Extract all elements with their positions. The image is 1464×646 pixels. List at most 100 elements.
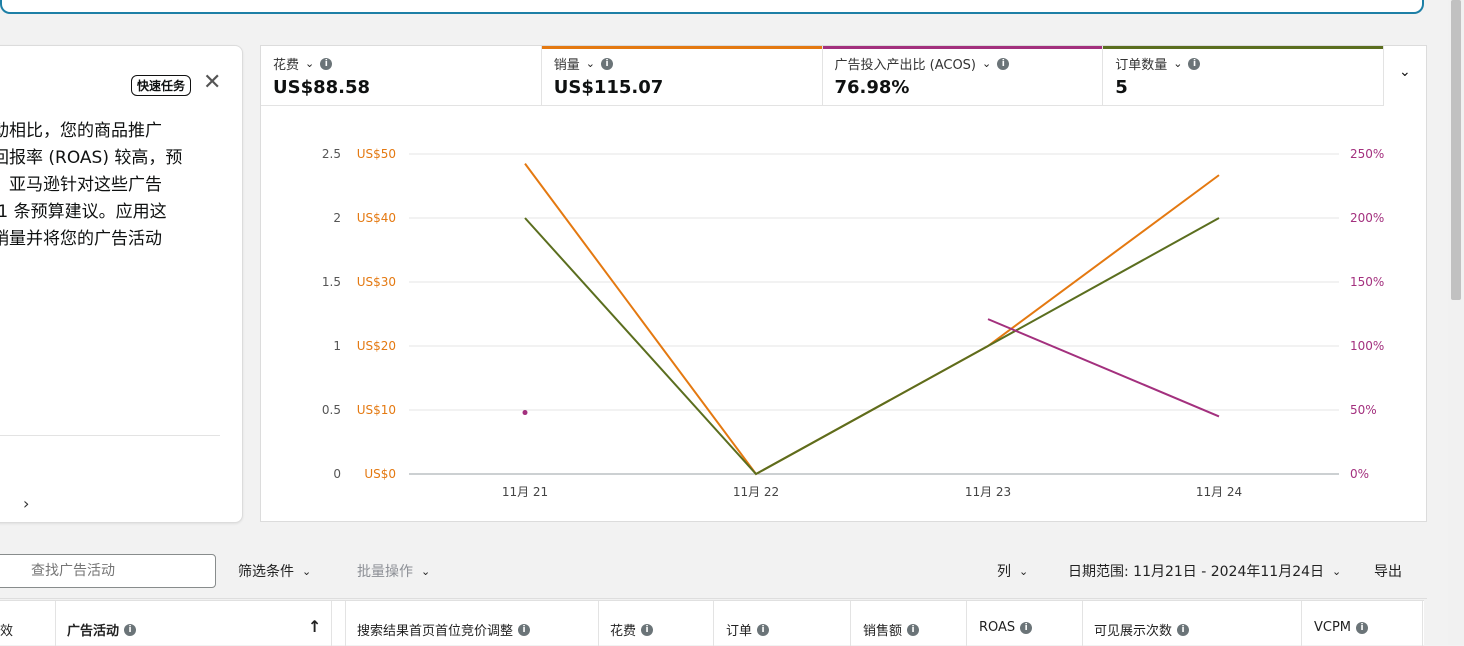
column-divider xyxy=(850,601,851,646)
column-divider xyxy=(1301,601,1302,646)
metric-value: US$88.58 xyxy=(273,77,371,98)
campaign-search-input[interactable] xyxy=(0,554,216,588)
header-label: ROAS xyxy=(979,620,1016,635)
page-scrollbar[interactable] xyxy=(1448,0,1464,645)
bulk-actions-button[interactable]: 批量操作 ⌄ xyxy=(357,561,430,581)
column-divider xyxy=(345,601,346,646)
y-tick-currency: US$20 xyxy=(357,339,396,353)
sort-ascending-icon[interactable]: ↑ xyxy=(308,617,321,636)
y-tick-orders: 0 xyxy=(333,467,341,481)
metric-value: 5 xyxy=(1115,77,1128,98)
info-icon[interactable]: i xyxy=(1356,621,1369,634)
info-icon[interactable]: i xyxy=(1177,623,1190,636)
y-tick-currency: US$0 xyxy=(364,467,396,481)
column-divider xyxy=(1422,601,1423,646)
chevron-right-icon[interactable]: › xyxy=(23,494,29,513)
chevron-down-icon[interactable]: ⌄ xyxy=(982,57,991,70)
chevron-down-icon: ⌄ xyxy=(1019,564,1029,578)
column-header-campaign[interactable]: 广告活动 i xyxy=(67,620,137,639)
column-header-status[interactable]: 效 xyxy=(0,620,13,639)
bulk-actions-label: 批量操作 xyxy=(357,564,413,580)
header-label: 搜索结果首页首位竞价调整 xyxy=(357,624,514,639)
header-label: 效 xyxy=(0,624,14,639)
y-tick-currency: US$10 xyxy=(357,403,396,417)
column-divider xyxy=(1082,601,1083,646)
metric-value: US$115.07 xyxy=(553,77,664,98)
info-icon[interactable]: i xyxy=(1188,57,1201,70)
info-icon[interactable]: i xyxy=(600,57,613,70)
metric-tile-acos[interactable]: 广告投入产出比 (ACOS) ⌄ i 76.98% xyxy=(822,46,1104,106)
info-icon[interactable]: i xyxy=(997,57,1010,70)
y-tick-orders: 1 xyxy=(333,339,341,353)
metric-tile-spend[interactable]: 花费 ⌄ i US$88.58 xyxy=(261,46,542,106)
chevron-down-icon[interactable]: ⌄ xyxy=(1173,57,1182,70)
y-tick-currency: US$40 xyxy=(357,211,396,225)
info-icon[interactable]: i xyxy=(124,623,137,636)
chevron-down-icon[interactable]: ⌄ xyxy=(305,57,314,70)
y-tick-percent: 100% xyxy=(1350,339,1384,353)
column-header-vcpm[interactable]: VCPM i xyxy=(1314,620,1369,635)
info-icon[interactable]: i xyxy=(518,623,531,636)
info-icon[interactable]: i xyxy=(641,623,654,636)
info-icon[interactable]: i xyxy=(1020,621,1033,634)
date-range-label: 日期范围: 11月21日 - 2024年11月24日 xyxy=(1068,564,1325,580)
metric-label: 销量 xyxy=(553,58,580,73)
scrollbar-thumb[interactable] xyxy=(1451,0,1461,300)
columns-label: 列 xyxy=(997,564,1011,580)
y-tick-percent: 50% xyxy=(1350,403,1377,417)
quick-task-panel: 快速任务 ✕ 活动相比，您的商品推广 资回报率 (ROAS) 较高，预 高，亚马… xyxy=(0,45,243,523)
metric-color-bar xyxy=(261,46,541,49)
y-tick-percent: 200% xyxy=(1350,211,1384,225)
y-tick-currency: US$50 xyxy=(357,147,396,161)
column-header-top-of-search-bid[interactable]: 搜索结果首页首位竞价调整 i xyxy=(357,620,531,639)
quick-task-badge: 快速任务 xyxy=(131,75,192,96)
column-header-roas[interactable]: ROAS i xyxy=(979,620,1033,635)
column-header-sales[interactable]: 销售额 i xyxy=(863,620,920,639)
metric-label: 花费 xyxy=(273,58,300,73)
header-label: 销售额 xyxy=(863,624,903,639)
y-tick-orders: 0.5 xyxy=(322,403,341,417)
y-tick-orders: 2.5 xyxy=(322,147,341,161)
metric-label: 订单数量 xyxy=(1115,58,1168,73)
chevron-down-icon[interactable]: ⌄ xyxy=(586,57,595,70)
series-line xyxy=(987,318,1220,418)
filter-button[interactable]: 筛选条件 ⌄ xyxy=(238,561,311,581)
column-divider xyxy=(966,601,967,646)
x-tick-label: 11月 24 xyxy=(1196,485,1242,499)
y-tick-orders: 2 xyxy=(333,211,341,225)
campaign-toolbar: ⚲ 筛选条件⌄ 批量操作⌄ 列⌄ 日期范围: 11月21日 - 2024年11月… xyxy=(0,543,1427,599)
data-point xyxy=(522,410,528,416)
expand-metrics-chevron-icon[interactable]: ⌄ xyxy=(1399,64,1411,80)
column-divider xyxy=(55,601,56,646)
export-button[interactable]: 导出 xyxy=(1374,561,1402,581)
y-tick-currency: US$30 xyxy=(357,275,396,289)
info-icon[interactable]: i xyxy=(757,623,770,636)
y-tick-percent: 150% xyxy=(1350,275,1384,289)
column-header-viewable-impressions[interactable]: 可见展示次数 i xyxy=(1094,620,1190,639)
y-tick-orders: 1.5 xyxy=(322,275,341,289)
y-tick-percent: 250% xyxy=(1350,147,1384,161)
column-divider xyxy=(713,601,714,646)
metric-tile-orders[interactable]: 订单数量 ⌄ i 5 xyxy=(1103,46,1384,106)
filter-label: 筛选条件 xyxy=(238,564,294,580)
x-tick-label: 11月 21 xyxy=(502,485,548,499)
recommendation-text: 活动相比，您的商品推广 资回报率 (ROAS) 较高，预 高，亚马逊针对这些广告… xyxy=(0,121,183,249)
column-header-orders[interactable]: 订单 i xyxy=(726,620,770,639)
column-divider xyxy=(331,601,332,646)
campaign-table-header: 效 广告活动 i ↑ 搜索结果首页首位竞价调整 i 花费 i 订单 i 销售额 i ROA… xyxy=(0,600,1424,646)
panel-divider xyxy=(0,435,220,436)
chevron-down-icon: ⌄ xyxy=(1332,564,1342,578)
info-icon[interactable]: i xyxy=(320,57,333,70)
info-icon[interactable]: i xyxy=(907,623,920,636)
column-divider xyxy=(598,601,599,646)
metric-color-bar xyxy=(822,46,1103,49)
close-icon[interactable]: ✕ xyxy=(203,72,221,94)
header-label: 订单 xyxy=(726,624,753,639)
columns-button[interactable]: 列 ⌄ xyxy=(997,561,1028,581)
metric-label: 广告投入产出比 (ACOS) xyxy=(834,58,977,73)
series-line xyxy=(524,163,1220,476)
date-range-button[interactable]: 日期范围: 11月21日 - 2024年11月24日 ⌄ xyxy=(1068,561,1341,581)
x-tick-label: 11月 23 xyxy=(965,485,1011,499)
metric-tile-sales[interactable]: 销量 ⌄ i US$115.07 xyxy=(541,46,823,106)
column-header-spend[interactable]: 花费 i xyxy=(610,620,654,639)
